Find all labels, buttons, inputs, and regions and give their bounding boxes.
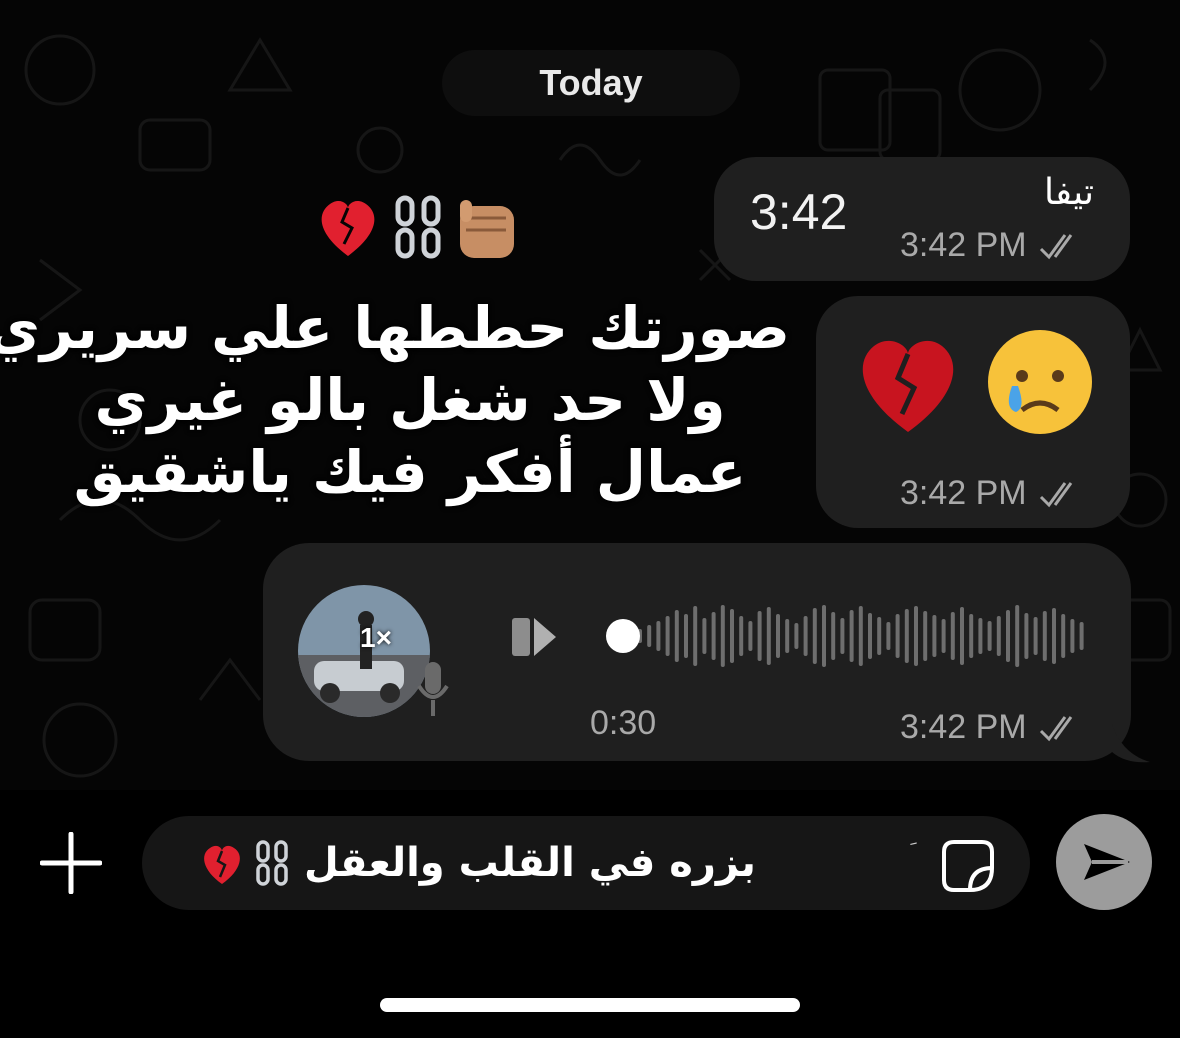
waveform-bar: [1070, 619, 1075, 653]
broken-heart-icon: [204, 845, 240, 884]
input-value: بزره في القلب والعقل: [304, 840, 756, 886]
waveform-bar: [978, 618, 983, 654]
waveform-bar: [849, 610, 854, 662]
waveform-bar: [711, 612, 716, 660]
waveform-bar: [886, 622, 891, 650]
message-emojis: [862, 330, 1092, 434]
waveform-bar: [1079, 622, 1084, 650]
waveform-bar: [858, 606, 863, 666]
waveform-bar: [1052, 608, 1056, 664]
home-indicator: [380, 998, 800, 1012]
date-separator: Today: [442, 50, 740, 116]
message-time: 3:42 PM: [900, 226, 1027, 264]
broken-heart-icon: [862, 340, 954, 432]
message-time: 3:42 PM: [900, 474, 1027, 512]
waveform-bar: [904, 609, 909, 663]
message-time: 3:42 PM: [900, 708, 1027, 746]
waveform-bar: [1015, 605, 1020, 667]
waveform-bar: [730, 609, 734, 663]
waveform-bar: [877, 617, 882, 655]
waveform-bar: [748, 621, 753, 651]
waveform-bar: [702, 618, 707, 654]
lyrics-line: عمال أفكر فيك ياشقيق: [73, 438, 747, 506]
waveform-bar: [739, 616, 744, 656]
message-input-text[interactable]: بزره في القلب والعقل: [200, 826, 848, 900]
waveform-bar: [840, 618, 845, 654]
waveform-bar: [1006, 610, 1010, 662]
waveform-bar: [895, 614, 900, 658]
send-button[interactable]: [1056, 814, 1152, 910]
sticker-icon[interactable]: [940, 838, 996, 894]
chains-icon: [256, 840, 288, 886]
waveform-bar: [987, 621, 992, 651]
waveform-bar: [1042, 611, 1047, 661]
waveform-bar: [950, 612, 955, 660]
crying-face-icon: [988, 330, 1092, 434]
message-meta: 3:42 PM: [900, 226, 1083, 265]
overlay-emoji-row: [321, 195, 514, 259]
waveform-bar: [822, 605, 826, 667]
microphone-icon: [417, 662, 449, 716]
waveform-bar: [868, 613, 872, 659]
message-meta: 3:42 PM: [900, 474, 1083, 513]
waveform-bar: [914, 606, 918, 666]
waveform-bar: [803, 616, 808, 656]
waveform-bar: [674, 610, 679, 662]
broken-heart-icon: [321, 201, 375, 256]
input-emojis: [204, 840, 288, 886]
waveform-bar: [766, 607, 771, 665]
waveform-bar: [794, 623, 799, 649]
overlay-lyrics: صورتك حططها علي سريري ولا حد شغل بالو غي…: [0, 292, 790, 508]
waveform-bar: [1024, 613, 1029, 659]
waveform-bar: [1061, 614, 1066, 658]
double-check-icon: [1039, 481, 1072, 507]
waveform-bar: [647, 625, 652, 647]
lyrics-line: ولا حد شغل بالو غيري: [94, 366, 726, 434]
playback-scrubber[interactable]: [606, 619, 640, 653]
waveform-bar: [757, 611, 762, 661]
waveform-bar: [693, 606, 698, 666]
voice-duration: 0:30: [590, 704, 657, 742]
voice-waveform[interactable]: [604, 598, 1084, 674]
raised-fist-icon: [460, 200, 514, 258]
send-icon: [1084, 844, 1130, 880]
waveform-bar: [812, 608, 817, 664]
waveform-bar: [1033, 617, 1038, 655]
text-cursor-mark: َ: [908, 845, 920, 859]
waveform-bar: [831, 612, 836, 660]
waveform-bar: [923, 611, 928, 661]
plus-icon[interactable]: [40, 832, 102, 894]
date-label: Today: [539, 62, 643, 103]
chains-icon: [395, 195, 441, 259]
message-text: 3:42: [750, 184, 848, 240]
message-sender: تيفا: [1043, 172, 1094, 213]
message-meta: 3:42 PM: [900, 708, 1083, 747]
waveform-bar: [969, 614, 974, 658]
bubble-tail: [1112, 724, 1150, 763]
waveform-bar: [941, 619, 946, 653]
waveform-bar: [720, 605, 725, 667]
waveform-bar: [785, 619, 790, 653]
play-icon[interactable]: [510, 614, 558, 660]
double-check-icon: [1039, 233, 1072, 259]
waveform-bar: [684, 614, 688, 658]
waveform-bar: [932, 615, 937, 657]
lyrics-line: صورتك حططها علي سريري: [0, 294, 790, 362]
waveform-bar: [776, 614, 780, 658]
double-check-icon: [1039, 715, 1072, 741]
waveform-bar: [960, 607, 964, 665]
playback-speed[interactable]: 1×: [360, 622, 392, 654]
waveform-bar: [665, 616, 670, 656]
waveform-bar: [996, 616, 1001, 656]
waveform-bar: [656, 621, 661, 651]
